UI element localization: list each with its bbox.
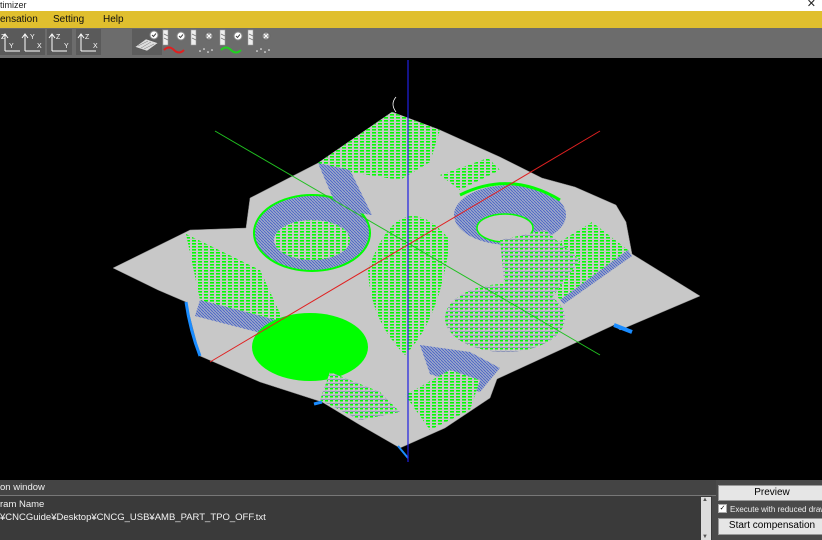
menu-bar: ensation Setting Help [0,11,822,28]
svg-text:Z: Z [56,34,61,41]
reduced-drawing-label: Execute with reduced drawing [730,505,822,514]
view-zx-icon: Z X [77,33,98,52]
scroll-up-icon[interactable]: ▲ [702,497,708,503]
tool-path-green-button[interactable] [217,29,247,55]
program-path: ¥CNCGuide¥Desktop¥CNCG_USB¥AMB_PART_TPO_… [0,512,266,523]
tool-path-points-button[interactable] [188,29,218,55]
title-bar: timizer ✕ [0,0,822,11]
svg-text:Z: Z [85,34,90,41]
close-icon[interactable]: ✕ [807,0,816,10]
svg-text:Y: Y [64,43,69,50]
toolbar: Z Y Y X Z Y Z X [0,28,822,58]
program-info: ram Name ¥CNCGuide¥Desktop¥CNCG_USB¥AMB_… [0,496,712,540]
preview-button[interactable]: Preview [718,485,822,501]
svg-text:X: X [37,43,42,50]
toolpath-3d-view [112,60,701,462]
bottom-panel: on window ram Name ¥CNCGuide¥Desktop¥CNC… [0,480,822,540]
view-zx-button[interactable]: Z X [76,29,101,55]
view-zy-iso-icon: Z Y [48,33,69,52]
surface-display-icon [134,30,159,52]
menu-compensation[interactable]: ensation [0,11,38,28]
tool-path-red-button[interactable] [160,29,190,55]
start-compensation-button[interactable]: Start compensation [718,518,822,535]
svg-text:Z: Z [1,34,6,41]
tool-path-red-icon [162,29,186,54]
tool-path-dots-icon [247,29,271,53]
panel-header: on window [0,480,716,496]
view-yx-button[interactable]: Y X [20,29,45,55]
program-name-label: ram Name [0,499,45,510]
reduced-drawing-checkbox[interactable]: ✓ [718,504,727,514]
tool-path-green-icon [219,29,243,54]
svg-text:Y: Y [30,34,35,41]
info-scrollbar[interactable]: ▲ ▼ [701,497,711,540]
svg-text:Y: Y [9,43,14,50]
reduced-drawing-option[interactable]: ✓Execute with reduced drawing [718,504,822,516]
view-yx-icon: Y X [21,33,42,52]
3d-viewport[interactable] [0,58,822,480]
tool-path-points-icon [190,29,214,53]
view-zy-iso-button[interactable]: Z Y [47,29,72,55]
tool-path-dots-button[interactable] [245,29,275,55]
menu-help[interactable]: Help [103,11,124,28]
menu-setting[interactable]: Setting [53,11,84,28]
tool-tip-marker [392,96,397,113]
window-title: timizer [0,0,27,10]
surface-display-button[interactable] [132,29,162,55]
scroll-down-icon[interactable]: ▼ [702,534,708,540]
svg-text:X: X [93,43,98,50]
